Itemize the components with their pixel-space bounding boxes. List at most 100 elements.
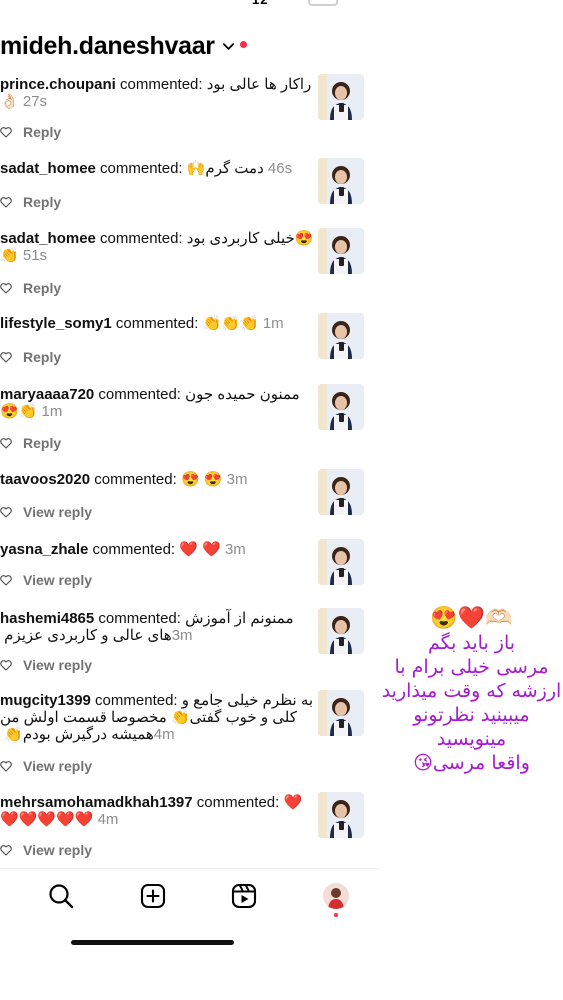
- comment-username[interactable]: mehrsamohamadkhah1397: [0, 794, 193, 811]
- post-thumbnail-image: [318, 158, 364, 204]
- comment-text: mugcity1399 commented: به نظرم خیلی جامع…: [0, 692, 313, 743]
- comment-message-line: های عالی و کاربردی عزیزم: [0, 627, 172, 644]
- comment-username[interactable]: yasna_zhale: [0, 541, 88, 558]
- profile-notification-dot: [334, 913, 338, 917]
- comment-verb: commented:: [115, 76, 207, 93]
- reply-button[interactable]: View reply: [23, 504, 92, 520]
- comment-time: 27s: [22, 93, 48, 110]
- post-thumbnail[interactable]: [318, 539, 364, 585]
- comment-username[interactable]: taavoos2020: [0, 471, 90, 488]
- heart-icon[interactable]: [0, 760, 12, 772]
- comment-text: yasna_zhale commented: ❤️ ❤️ 3m: [0, 541, 305, 558]
- heart-icon[interactable]: [0, 282, 12, 294]
- comment-verb: commented:: [95, 160, 187, 177]
- overlay-emojis: 😍❤️🫶🏻: [430, 605, 513, 630]
- comment-message: ❤️: [283, 794, 303, 811]
- reply-button[interactable]: View reply: [23, 657, 92, 673]
- account-header[interactable]: mideh.daneshvaar: [0, 26, 247, 66]
- overlay-line: واقعا مرسی😘: [413, 752, 530, 774]
- comment-actions: Reply: [0, 280, 61, 296]
- post-thumbnail-image: [318, 228, 364, 274]
- create-post-icon[interactable]: [140, 883, 166, 909]
- comment-username[interactable]: sadat_homee: [0, 160, 96, 177]
- comment-text: mehrsamohamadkhah1397 commented: ❤️ ❤️❤️❤…: [0, 794, 305, 828]
- reply-button[interactable]: Reply: [23, 349, 61, 365]
- post-thumbnail-image: [318, 74, 364, 120]
- search-icon[interactable]: [48, 883, 74, 909]
- comment-actions: View reply: [0, 842, 92, 858]
- post-thumbnail[interactable]: [318, 158, 364, 204]
- comment-username[interactable]: lifestyle_somy1: [0, 315, 112, 332]
- comment-time: 3m: [224, 541, 246, 558]
- reply-button[interactable]: View reply: [23, 842, 92, 858]
- comment-text: sadat_homee commented: دمت گرم🙌 46s: [0, 160, 305, 177]
- account-username[interactable]: mideh.daneshvaar: [0, 32, 215, 61]
- post-thumbnail[interactable]: [318, 228, 364, 274]
- reply-button[interactable]: View reply: [23, 572, 92, 588]
- comment-message-line: کلی و خوب گفتی👏 مخصوصا قسمت اولش من: [0, 709, 297, 726]
- comment-text: sadat_homee commented: 😍خیلی کاربردی بود…: [0, 230, 313, 264]
- comment-verb: commented:: [95, 230, 187, 247]
- comment-verb: commented:: [94, 610, 186, 627]
- comment-text: hashemi4865 commented: ممنونم از آموزش ها…: [0, 610, 305, 644]
- post-thumbnail-image: [318, 384, 364, 430]
- comment-time: 51s: [22, 247, 48, 264]
- battery-icon: [308, 0, 338, 6]
- comment-message: 👏👏👏: [202, 315, 259, 332]
- comment-time: 3m: [226, 471, 248, 488]
- heart-icon[interactable]: [0, 196, 12, 208]
- reply-button[interactable]: View reply: [23, 758, 92, 774]
- post-thumbnail-image: [318, 792, 364, 838]
- post-thumbnail[interactable]: [318, 74, 364, 120]
- activity-screen: 12 mideh.daneshvaar prince.choupani comm…: [0, 0, 563, 1000]
- comment-verb: commented:: [192, 794, 284, 811]
- comment-message: ممنون حمیده جون: [185, 386, 300, 403]
- reply-button[interactable]: Reply: [23, 435, 61, 451]
- comment-username[interactable]: prince.choupani: [0, 76, 116, 93]
- heart-icon[interactable]: [0, 437, 12, 449]
- overlay-line: ارزشه که وقت میذارید: [381, 680, 562, 702]
- comment-username[interactable]: sadat_homee: [0, 230, 96, 247]
- comment-username[interactable]: maryaaaa720: [0, 386, 94, 403]
- bottom-nav: [0, 868, 380, 921]
- comment-actions: View reply: [0, 572, 92, 588]
- post-thumbnail[interactable]: [318, 792, 364, 838]
- comment-message: دمت گرم🙌: [186, 160, 264, 177]
- post-thumbnail[interactable]: [318, 608, 364, 654]
- post-thumbnail[interactable]: [318, 313, 364, 359]
- comment-text: maryaaaa720 commented: ممنون حمیده جون 😍👏…: [0, 386, 305, 420]
- comment-verb: commented:: [88, 541, 180, 558]
- heart-icon[interactable]: [0, 506, 12, 518]
- status-time: 12: [252, 0, 268, 7]
- status-bar: 12: [0, 0, 563, 14]
- heart-icon[interactable]: [0, 351, 12, 363]
- comment-verb: commented:: [90, 471, 181, 488]
- heart-icon[interactable]: [0, 659, 12, 671]
- comment-verb: commented:: [111, 315, 203, 332]
- comment-message-line: 👌🏻: [0, 93, 23, 110]
- reply-button[interactable]: Reply: [23, 124, 61, 140]
- reels-icon[interactable]: [231, 883, 257, 909]
- heart-icon[interactable]: [0, 574, 12, 586]
- comment-time: 4m: [97, 811, 119, 828]
- comment-actions: Reply: [0, 435, 61, 451]
- post-thumbnail[interactable]: [318, 384, 364, 430]
- home-indicator: [71, 940, 234, 945]
- post-thumbnail[interactable]: [318, 469, 364, 515]
- comment-text: taavoos2020 commented: 😍 😍 3m: [0, 471, 305, 488]
- reply-button[interactable]: Reply: [23, 194, 61, 210]
- profile-avatar[interactable]: [323, 883, 349, 909]
- unread-dot: [239, 41, 247, 48]
- comment-message-line: ❤️❤️❤️❤️❤️: [0, 811, 98, 828]
- heart-icon[interactable]: [0, 126, 12, 138]
- reply-button[interactable]: Reply: [23, 280, 61, 296]
- post-thumbnail[interactable]: [318, 690, 364, 736]
- heart-icon[interactable]: [0, 844, 12, 856]
- comment-username[interactable]: hashemi4865: [0, 610, 94, 627]
- post-thumbnail-image: [318, 539, 364, 585]
- comment-username[interactable]: mugcity1399: [0, 692, 91, 709]
- overlay-line: میبینید نظرتونو: [413, 704, 530, 726]
- chevron-down-icon[interactable]: [222, 40, 235, 53]
- comment-time: 1m: [41, 403, 63, 420]
- comment-time: 1m: [262, 315, 284, 332]
